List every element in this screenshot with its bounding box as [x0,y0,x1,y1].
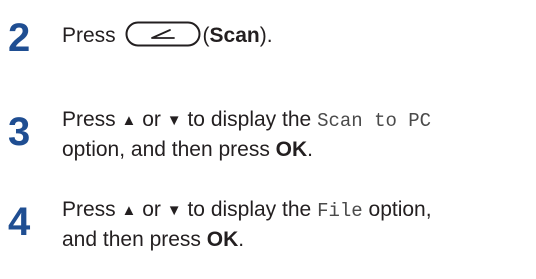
press-word: Press [62,198,116,221]
step-number: 3 [8,110,31,154]
to-display-text: to display the [187,108,312,131]
step-line-1: Press ▲ or ▼ to display the File option, [62,196,532,226]
step-instruction: Press ▲ or ▼ to display the Scan to PC o… [62,106,532,164]
press-word: Press [62,108,116,131]
scan-label: Scan [209,24,260,47]
option-suffix: option, [368,198,432,221]
option-code: File [317,200,363,222]
step-instruction: Press ▲ or ▼ to display the File option,… [62,196,532,254]
step-line-1: Press ▲ or ▼ to display the Scan to PC [62,106,532,136]
ok-label: OK [275,138,308,161]
period: . [307,138,314,161]
to-display-text: to display the [187,198,312,221]
up-arrow-icon: ▲ [121,202,137,219]
option-code: Scan to PC [317,110,432,132]
ok-label: OK [206,228,239,251]
scan-button-icon [125,21,201,47]
paren-open: ( [202,24,210,47]
step-line-2: and then press OK. [62,226,532,254]
step-number: 2 [8,16,31,60]
then-press-text: and then press [62,228,201,251]
down-arrow-icon: ▼ [166,112,182,129]
step-instruction: Press (Scan). [62,21,532,50]
down-arrow-icon: ▼ [166,202,182,219]
or-word: or [142,108,161,131]
step-line-2: option, and then press OK. [62,136,532,164]
press-word: Press [62,24,116,47]
paren-close: ). [259,24,273,47]
then-press-text: option, and then press [62,138,270,161]
period: . [238,228,245,251]
up-arrow-icon: ▲ [121,112,137,129]
or-word: or [142,198,161,221]
step-number: 4 [8,200,31,244]
